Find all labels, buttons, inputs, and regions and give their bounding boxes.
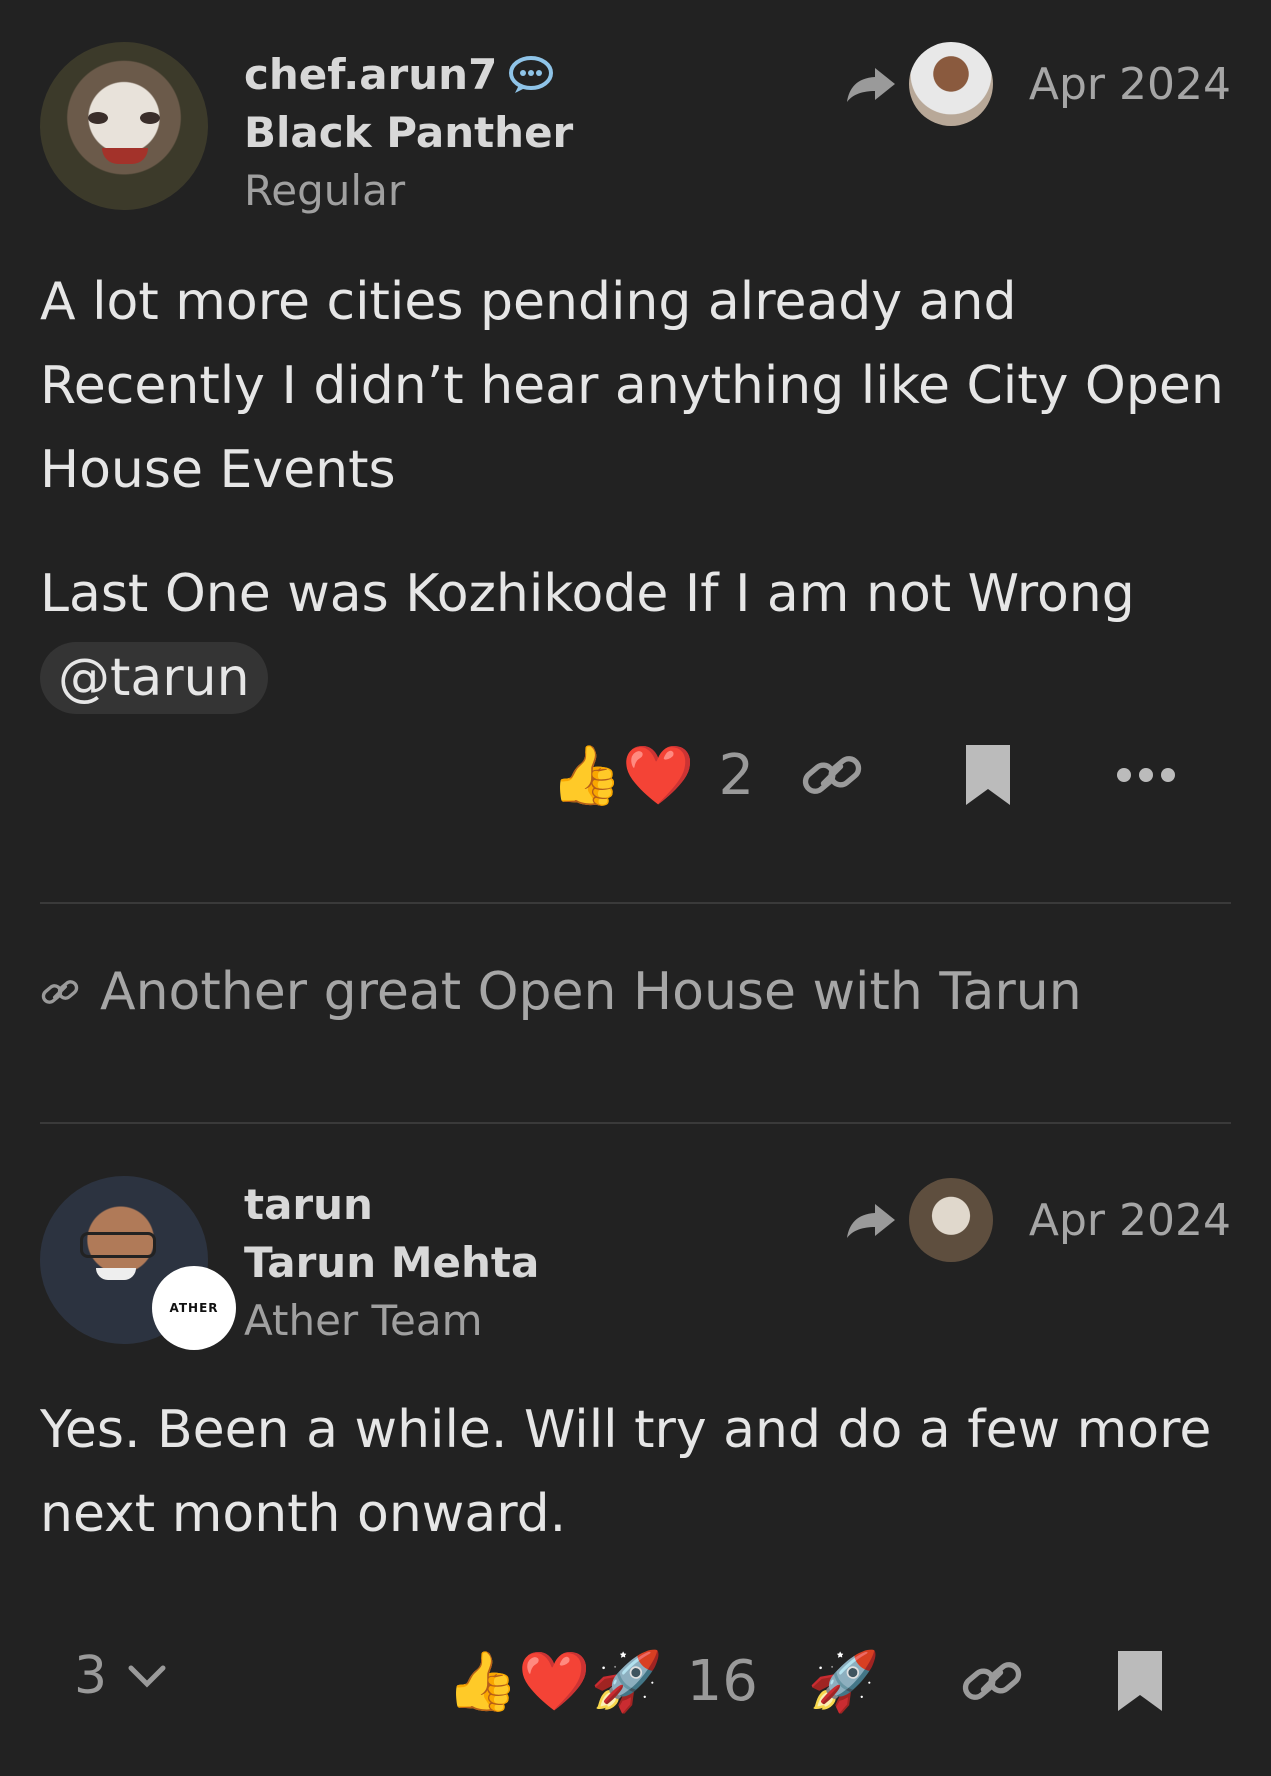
reply-to-avatar[interactable] <box>908 1178 993 1262</box>
post-paragraph: Yes. Been a while. Will try and do a few… <box>40 1400 1212 1544</box>
reply-arrow-icon <box>846 68 895 102</box>
rocket-react-button-icon[interactable]: 🚀 <box>808 1646 880 1716</box>
post-actions: 👍 ❤️ 2 <box>550 740 1176 810</box>
post-header-right: Apr 2024 <box>845 1178 1231 1262</box>
post-paragraph: A lot more cities pending already and Re… <box>40 272 1224 500</box>
post-date[interactable]: Apr 2024 <box>1029 1195 1231 1246</box>
reaction-count[interactable]: 16 <box>687 1649 758 1714</box>
chevron-down-icon <box>128 1665 166 1688</box>
link-icon <box>41 980 79 1004</box>
post-paragraph: Last One was Kozhikode If I am not Wrong <box>40 564 1135 624</box>
bookmark-icon[interactable] <box>1116 1649 1164 1713</box>
link-icon[interactable] <box>960 1659 1024 1703</box>
reaction-count[interactable]: 2 <box>718 743 754 808</box>
user-avatar[interactable] <box>40 42 208 210</box>
heart-icon[interactable]: ❤️ <box>622 740 694 810</box>
full-name: Black Panther <box>244 108 574 157</box>
divider <box>40 1122 1231 1124</box>
post-author-meta: chef.arun7 Black Panther Regular <box>244 46 573 220</box>
more-options-icon[interactable] <box>1116 765 1176 785</box>
heart-icon[interactable]: ❤️ <box>518 1646 590 1716</box>
linked-topic[interactable]: Another great Open House with Tarun <box>40 962 1082 1022</box>
ather-team-badge: ATHER <box>152 1266 236 1350</box>
post-body: A lot more cities pending already and Re… <box>40 260 1231 720</box>
post-1: chef.arun7 Black Panther Regular Apr 202… <box>40 40 1231 840</box>
user-title: Regular <box>244 166 406 215</box>
mention-link[interactable]: @tarun <box>40 642 268 714</box>
linked-topic-title[interactable]: Another great Open House with Tarun <box>100 962 1082 1022</box>
post-actions: 👍 ❤️ 🚀 16 🚀 <box>446 1646 1164 1716</box>
replies-toggle[interactable]: 3 <box>74 1646 167 1706</box>
username[interactable]: tarun <box>244 1176 539 1234</box>
reply-to-avatar[interactable] <box>908 42 993 126</box>
rocket-icon[interactable]: 🚀 <box>590 1646 662 1716</box>
post-body: Yes. Been a while. Will try and do a few… <box>40 1388 1231 1556</box>
post-date[interactable]: Apr 2024 <box>1029 59 1231 110</box>
chat-bubble-icon[interactable] <box>507 55 555 95</box>
username[interactable]: chef.arun7 <box>244 46 573 104</box>
thumbs-up-icon[interactable]: 👍 <box>446 1646 518 1716</box>
link-icon[interactable] <box>800 753 864 797</box>
user-title: Ather Team <box>244 1296 483 1345</box>
divider <box>40 902 1231 904</box>
replies-count: 3 <box>74 1646 108 1706</box>
bookmark-icon[interactable] <box>964 743 1012 807</box>
post-author-meta: tarun Tarun Mehta Ather Team <box>244 1176 539 1350</box>
post-header-right: Apr 2024 <box>845 42 1231 126</box>
reply-arrow-icon <box>846 1204 895 1238</box>
thumbs-up-icon[interactable]: 👍 <box>550 740 622 810</box>
full-name: Tarun Mehta <box>244 1238 540 1287</box>
